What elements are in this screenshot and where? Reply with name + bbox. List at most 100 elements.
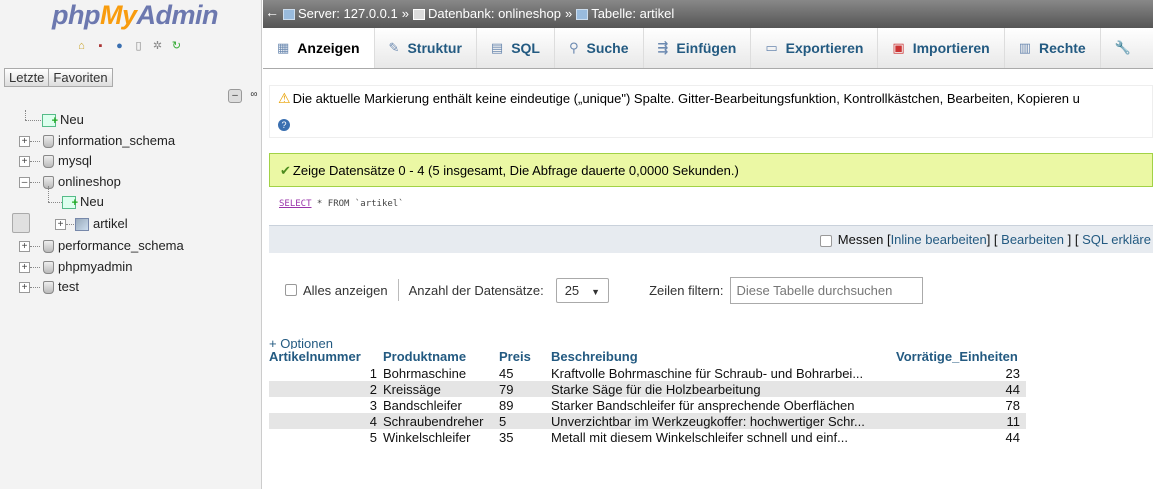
table-icon (75, 217, 89, 231)
reload-icon[interactable]: ↻ (169, 38, 184, 53)
nav-icon-bar: ⌂ ▪ ● ▯ ✲ ↻ (74, 38, 184, 53)
help-icon[interactable]: ? (278, 119, 290, 131)
tree-item-onlineshop[interactable]: – onlineshop (0, 172, 262, 193)
database-icon (43, 240, 54, 253)
row-count-label: Anzahl der Datensätze: (408, 282, 544, 298)
expand-icon[interactable]: + (19, 261, 30, 273)
sql-query-text: * FROM `artikel` (311, 199, 404, 209)
link-with-main-icon[interactable]: ∞ (247, 89, 261, 103)
success-message: ✔ Zeige Datensätze 0 - 4 (5 insgesamt, Di… (269, 153, 1153, 187)
tree-item-phpmyadmin[interactable]: + phpmyadmin (0, 257, 262, 278)
tree-item-mysql[interactable]: + mysql (0, 151, 262, 172)
tab-privileges[interactable]: ▥ Rechte (1005, 28, 1101, 68)
favorites-tab[interactable]: Favoriten (48, 68, 113, 87)
table-navigation-controls: Alles anzeigen Anzahl der Datensätze: 25… (285, 275, 923, 305)
tree-item-new-table[interactable]: Neu (0, 186, 262, 213)
column-header[interactable]: Produktname (383, 349, 499, 365)
phpmyadmin-logo[interactable]: phpMyAdmin (52, 0, 218, 31)
tab-browse[interactable]: ▦ Anzeigen (263, 28, 375, 68)
docs-icon[interactable]: ▯ (131, 38, 146, 53)
help-icon[interactable]: ● (112, 38, 127, 53)
show-all-label: Alles anzeigen (303, 282, 388, 298)
tab-insert[interactable]: ⇶ Einfügen (644, 28, 752, 68)
warning-notice: ⚠ Die aktuelle Markierung enthält keine e… (269, 85, 1153, 138)
inline-edit-link[interactable]: Inline bearbeiten (891, 232, 987, 247)
collapse-all-icon[interactable]: – (228, 89, 242, 103)
expand-icon[interactable]: + (55, 218, 66, 230)
tree-item-test[interactable]: + test (0, 277, 262, 298)
insert-icon: ⇶ (657, 40, 669, 55)
home-icon[interactable]: ⌂ (74, 38, 89, 53)
database-tree: Neu + information_schema + mysql – onlin… (0, 110, 262, 298)
column-header[interactable]: Vorrätige_Einheiten (896, 349, 1026, 365)
measure-checkbox[interactable] (819, 234, 832, 247)
edit-link[interactable]: Bearbeiten (1001, 232, 1064, 247)
tab-search[interactable]: ⚲ Suche (555, 28, 644, 68)
table-row[interactable]: 5 Winkelschleifer 35 Metall mit diesem W… (269, 429, 1026, 445)
expand-icon[interactable]: + (19, 156, 30, 167)
main-content: ⚠ Die aktuelle Markierung enthält keine e… (263, 70, 1153, 489)
breadcrumb-server[interactable]: Server: 127.0.0.1 (298, 0, 398, 28)
breadcrumb: Server: 127.0.0.1 » Datenbank: onlinesho… (283, 0, 674, 28)
divider (397, 279, 399, 301)
tree-item-information-schema[interactable]: + information_schema (0, 131, 262, 152)
filter-rows-input[interactable]: Diese Tabelle durchsuchen (729, 276, 923, 304)
column-header[interactable]: Beschreibung (551, 349, 896, 365)
nav-collapse-controls: – ∞ (228, 89, 261, 103)
table-row[interactable]: 3 Bandschleifer 89 Starker Bandschleifer… (269, 397, 1026, 413)
structure-icon: ✎ (388, 40, 400, 55)
breadcrumb-database[interactable]: Datenbank: onlineshop (428, 0, 561, 28)
back-arrow-icon[interactable]: ← (265, 4, 279, 20)
recent-tab[interactable]: Letzte (4, 68, 50, 87)
table-icon (576, 8, 589, 20)
filter-label: Zeilen filtern: (649, 282, 724, 298)
expand-icon[interactable]: + (19, 135, 30, 147)
navigation-panel: phpMyAdmin ⌂ ▪ ● ▯ ✲ ↻ Letzte Favoriten … (0, 0, 262, 489)
tab-structure[interactable]: ✎ Struktur (375, 28, 477, 68)
show-all-checkbox[interactable] (285, 284, 297, 296)
expand-icon[interactable]: + (19, 241, 30, 252)
database-icon (43, 155, 54, 168)
privileges-icon: ▥ (1018, 40, 1032, 55)
database-icon (43, 260, 54, 274)
tab-operations[interactable]: 🔧 (1101, 28, 1153, 68)
column-header[interactable]: Preis (499, 349, 551, 365)
sql-keyword[interactable]: SELECT (279, 199, 312, 209)
server-icon (283, 8, 295, 20)
tab-sql[interactable]: ▤ SQL (477, 28, 555, 68)
tab-export[interactable]: ▭ Exportieren (751, 28, 879, 68)
results-table: Artikelnummer Produktname Preis Beschrei… (269, 349, 1026, 445)
tree-item-artikel[interactable]: + artikel (12, 212, 128, 233)
new-database-icon (42, 111, 58, 131)
sql-icon: ▤ (490, 40, 504, 55)
search-icon: ⚲ (568, 40, 579, 55)
database-icon (43, 281, 54, 294)
breadcrumb-table[interactable]: Tabelle: artikel (591, 0, 674, 28)
settings-gear-icon[interactable]: ✲ (150, 38, 165, 53)
tree-item-new-database[interactable]: Neu (0, 110, 262, 131)
collapse-icon[interactable]: – (19, 176, 30, 188)
table-header-row: Artikelnummer Produktname Preis Beschrei… (269, 349, 1026, 365)
breadcrumb-bar: ← Server: 127.0.0.1 » Datenbank: onlines… (263, 0, 1153, 28)
logout-icon[interactable]: ▪ (93, 38, 108, 53)
table-row[interactable]: 4 Schraubendreher 5 Unverzichtbar im Wer… (269, 413, 1026, 429)
chevron-down-icon: ▼ (591, 286, 601, 297)
import-icon: ▣ (892, 40, 905, 55)
sql-query-display: SELECT * FROM `artikel` (269, 196, 1153, 224)
nav-tabs: Letzte Favoriten (4, 68, 113, 87)
tab-import[interactable]: ▣ Importieren (878, 28, 1005, 68)
new-table-icon (62, 193, 78, 213)
column-header[interactable]: Artikelnummer (269, 349, 383, 365)
warning-icon: ⚠ (278, 90, 291, 106)
main-tabs: ▦ Anzeigen ✎ Struktur ▤ SQL ⚲ Suche ⇶ Einfüge… (263, 28, 1153, 69)
explain-sql-link[interactable]: SQL erkläre (1082, 232, 1151, 247)
table-row[interactable]: 1 Bohrmaschine 45 Kraftvolle Bohrmaschin… (269, 365, 1026, 381)
row-count-select[interactable]: 25 ▼ (555, 277, 610, 303)
export-icon: ▭ (765, 40, 778, 55)
expand-icon[interactable]: + (19, 282, 30, 293)
database-icon (412, 8, 425, 20)
tree-item-performance-schema[interactable]: + performance_schema (0, 236, 262, 257)
wrench-icon: 🔧 (1114, 40, 1131, 55)
sql-action-bar: Messen [Inline bearbeiten] [ Bearbeiten … (269, 225, 1153, 253)
table-row[interactable]: 2 Kreissäge 79 Starke Säge für die Holzb… (269, 381, 1026, 397)
